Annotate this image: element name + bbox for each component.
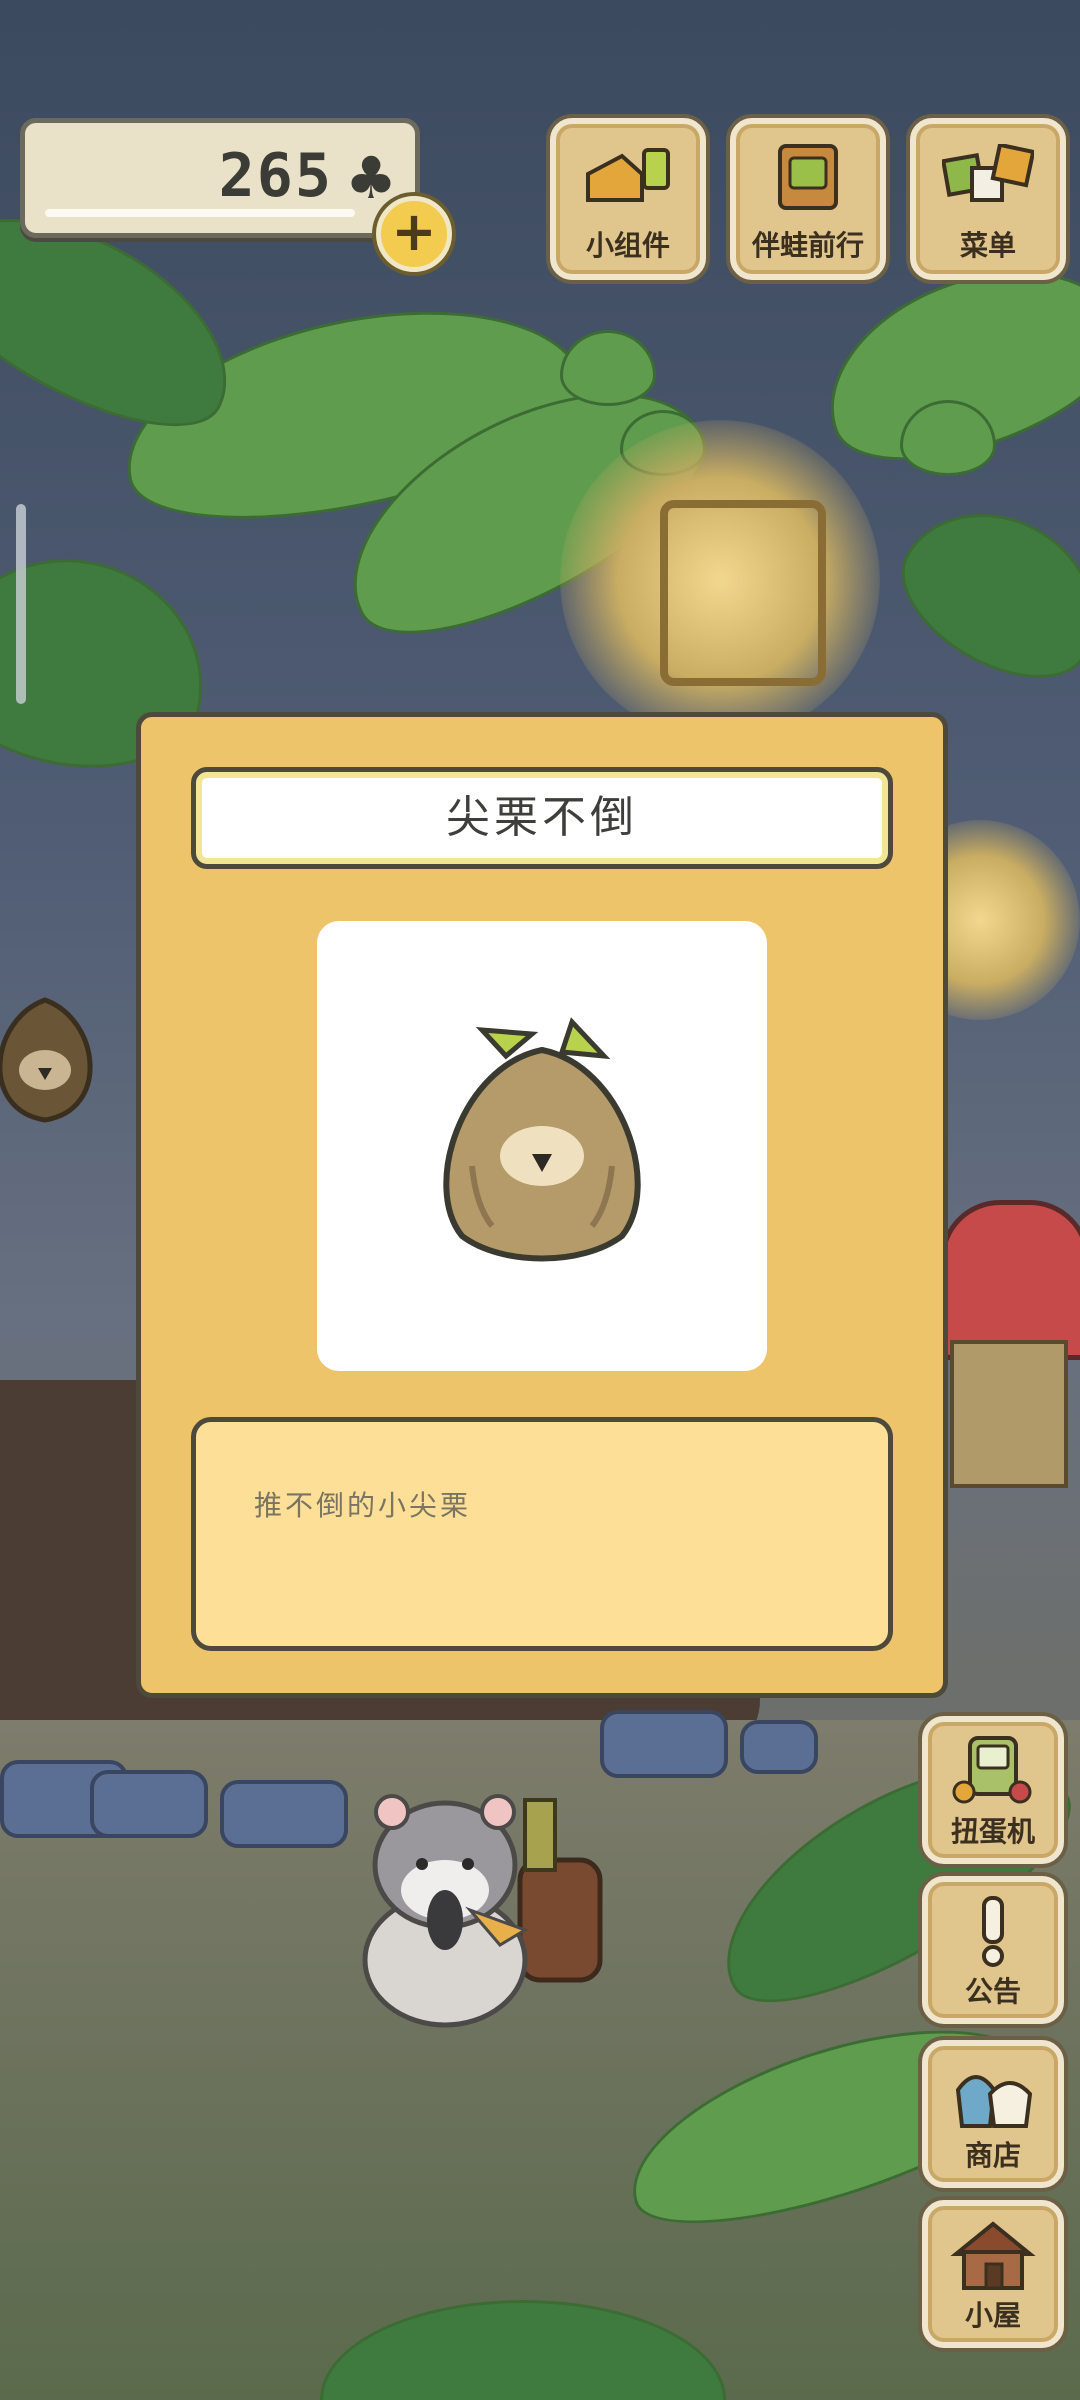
gacha-machine-icon [952,1736,1032,1804]
counter-underline [45,209,355,217]
menu-cards-icon [942,144,1034,202]
item-detail-card[interactable]: 尖栗不倒 推不倒的小尖栗 [136,712,948,1698]
widget-label: 小组件 [585,229,670,262]
widget-icon [586,148,670,202]
shop-bags-icon [955,2075,1033,2128]
shop-button[interactable]: 商店 [922,2040,1064,2188]
stone [90,1770,208,1838]
notice-label: 公告 [964,1975,1021,2008]
journey-book-icon [778,144,838,210]
stone [220,1780,348,1848]
chestnut-tumbler-sprite[interactable] [0,960,110,1130]
lantern-window [660,500,826,686]
item-description-box: 推不倒的小尖栗 [191,1417,893,1651]
plus-icon: + [391,200,437,263]
chestnut-tumbler-icon [443,1017,641,1262]
house-button[interactable]: 小屋 [922,2200,1064,2348]
house-label: 小屋 [964,2299,1021,2332]
item-image-frame [317,921,767,1371]
clover-count: 265 [218,141,333,211]
menu-label: 菜单 [959,229,1016,262]
edge-swipe-handle[interactable] [16,504,26,704]
add-clover-button[interactable]: + [376,196,452,272]
menu-button[interactable]: 菜单 [910,118,1066,280]
shop-label: 商店 [964,2139,1021,2172]
widget-button[interactable]: 小组件 [550,118,706,280]
item-description: 推不倒的小尖栗 [254,1489,472,1522]
hamster-character[interactable] [350,1760,630,2030]
mailbox-post [950,1340,1068,1488]
house-icon [950,2221,1036,2290]
gacha-button[interactable]: 扭蛋机 [922,1716,1064,1864]
exclamation-icon [982,1896,1004,1967]
gacha-label: 扭蛋机 [950,1815,1035,1848]
clover-icon: ♣ [345,144,397,212]
journey-button[interactable]: 伴蛙前行 [730,118,886,280]
notice-button[interactable]: 公告 [922,1876,1064,2024]
item-title: 尖栗不倒 [191,767,893,869]
mailbox[interactable] [940,1200,1080,1360]
stone [740,1720,818,1774]
clover-counter: 265 ♣ [20,118,420,238]
journey-label: 伴蛙前行 [751,229,864,262]
